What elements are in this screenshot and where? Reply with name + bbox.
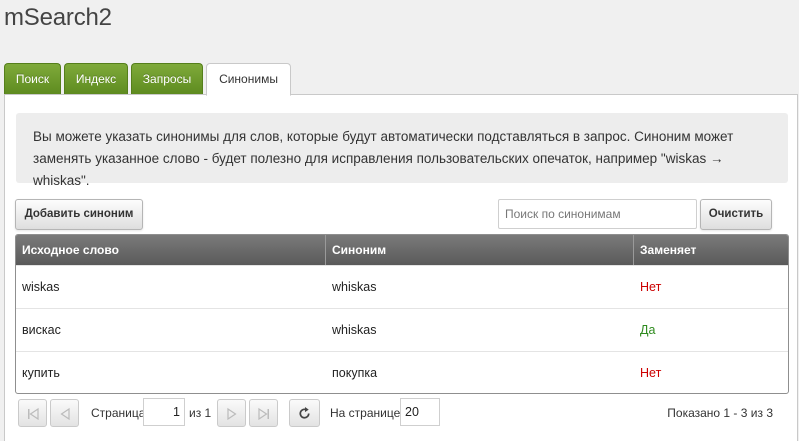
column-header-synonym[interactable]: Синоним — [326, 235, 634, 265]
pagination-summary: Показано 1 - 3 из 3 — [667, 406, 773, 420]
page-number-input[interactable] — [143, 398, 185, 426]
refresh-button[interactable] — [289, 399, 320, 427]
table-row[interactable]: купить покупка Нет — [16, 351, 788, 393]
first-page-icon — [28, 407, 39, 421]
last-page-icon — [258, 407, 269, 421]
add-synonym-button[interactable]: Добавить синоним — [15, 199, 143, 230]
pagination-toolbar: Страница из 1 На странице: Показано 1 - … — [15, 393, 789, 433]
column-header-source[interactable]: Исходное слово — [16, 235, 326, 265]
cell-synonym: покупка — [332, 366, 378, 380]
synonyms-grid: Исходное слово Синоним Заменяет wiskas w… — [15, 234, 789, 394]
tab-search[interactable]: Поиск — [4, 63, 61, 95]
cell-replaces: Нет — [640, 366, 662, 380]
synonyms-panel: Вы можете указать синонимы для слов, кот… — [4, 94, 798, 441]
grid-header: Исходное слово Синоним Заменяет — [16, 235, 788, 265]
cell-synonym: whiskas — [332, 323, 377, 337]
cell-replaces: Да — [640, 323, 656, 337]
prev-page-button[interactable] — [50, 399, 79, 427]
page-title: mSearch2 — [4, 4, 112, 31]
synonym-search-input[interactable] — [498, 199, 697, 229]
table-row[interactable]: wiskas whiskas Нет — [16, 265, 788, 308]
page-label: Страница — [91, 406, 146, 420]
column-header-replaces[interactable]: Заменяет — [634, 235, 788, 265]
next-page-icon — [227, 407, 237, 421]
prev-page-icon — [60, 407, 70, 421]
cell-source: купить — [22, 366, 60, 380]
table-row[interactable]: вискас whiskas Да — [16, 308, 788, 351]
tab-synonyms[interactable]: Синонимы — [206, 63, 291, 96]
last-page-button[interactable] — [249, 399, 278, 427]
cell-synonym: whiskas — [332, 280, 377, 294]
tab-index[interactable]: Индекс — [64, 63, 128, 95]
cell-replaces: Нет — [640, 280, 662, 294]
first-page-button[interactable] — [18, 399, 47, 427]
per-page-label: На странице: — [330, 406, 404, 420]
cell-source: вискас — [22, 323, 61, 337]
per-page-input[interactable] — [400, 398, 440, 426]
page-total-label: из 1 — [189, 406, 212, 420]
tab-queries[interactable]: Запросы — [131, 63, 203, 95]
info-box: Вы можете указать синонимы для слов, кот… — [16, 113, 788, 188]
next-page-button[interactable] — [217, 399, 246, 427]
clear-button[interactable]: Очистить — [700, 199, 772, 230]
refresh-icon — [299, 406, 310, 419]
cell-source: wiskas — [22, 280, 60, 294]
